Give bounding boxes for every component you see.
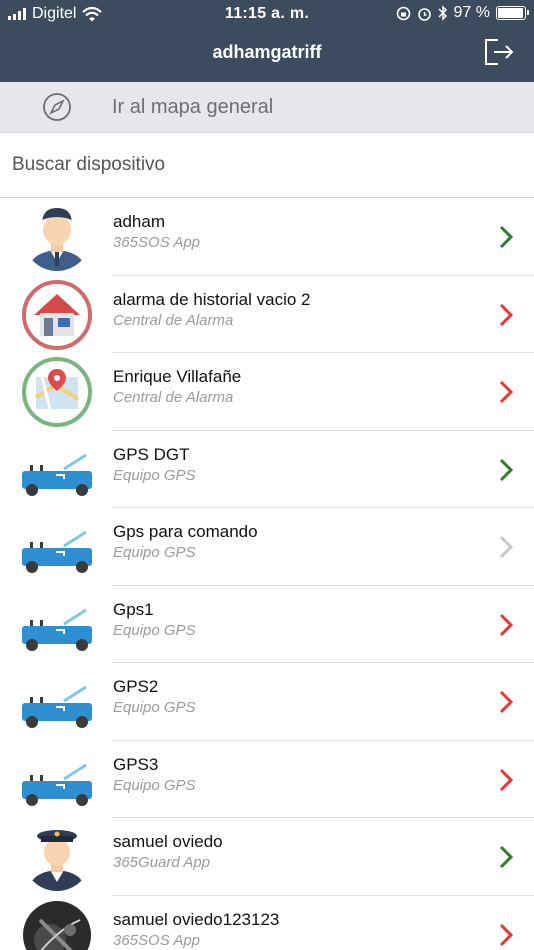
chevron-right-icon[interactable]	[498, 767, 514, 793]
device-name: samuel oviedo	[113, 832, 223, 851]
device-name: GPS DGT	[113, 444, 190, 464]
car-icon	[20, 745, 94, 815]
device-row[interactable]: Enrique Villafañe Central de Alarma	[0, 353, 534, 431]
status-bar: Digitel 11:15 a. m. 97 %	[0, 0, 534, 30]
device-row[interactable]: GPS3 Equipo GPS	[0, 741, 534, 818]
device-name: Gps para comando	[113, 522, 258, 541]
car-icon	[20, 512, 94, 582]
device-row[interactable]: samuel oviedo123123 365SOS App	[0, 896, 534, 950]
car-icon	[20, 590, 94, 660]
device-type: Equipo GPS	[113, 776, 196, 794]
compass-icon	[43, 93, 71, 121]
car-icon	[20, 667, 94, 737]
chevron-right-icon[interactable]	[498, 302, 514, 328]
car-icon	[20, 435, 94, 505]
device-type: Equipo GPS	[113, 621, 196, 639]
device-type: 365Guard App	[113, 854, 211, 871]
device-name: adham	[113, 212, 165, 231]
device-row[interactable]: samuel oviedo 365Guard App	[0, 818, 534, 896]
chevron-right-icon[interactable]	[498, 612, 514, 638]
top-bar: Digitel 11:15 a. m. 97 % adhamgatriff	[0, 0, 534, 82]
device-row[interactable]: Gps para comando Equipo GPS	[0, 508, 534, 586]
device-row[interactable]: Gps1 Equipo GPS	[0, 586, 534, 663]
chevron-right-icon[interactable]	[498, 224, 514, 250]
device-row[interactable]: GPS DGT Equipo GPS	[0, 431, 534, 508]
device-type: 365SOS App	[113, 234, 201, 251]
device-name: alarma de historial vacio 2	[113, 289, 311, 309]
map-pin-icon	[20, 357, 94, 427]
battery-percent: 97 %	[453, 4, 490, 21]
house-icon	[20, 279, 94, 350]
logout-icon[interactable]	[482, 36, 516, 68]
device-name: GPS2	[113, 677, 159, 696]
user-avatar-icon	[20, 202, 94, 272]
device-type: Central de Alarma	[113, 389, 234, 406]
device-type: Equipo GPS	[113, 544, 196, 561]
device-name: Gps1	[113, 599, 154, 619]
rotation-lock-icon	[396, 6, 410, 20]
device-type: Central de Alarma	[113, 311, 234, 329]
search-input[interactable]	[0, 133, 534, 197]
device-row[interactable]: alarma de historial vacio 2 Central de Al…	[0, 276, 534, 353]
chevron-right-icon[interactable]	[498, 457, 514, 483]
device-list: adham 365SOS App alarma de historial vaci…	[0, 198, 534, 950]
chevron-right-icon[interactable]	[498, 379, 514, 405]
device-type: Equipo GPS	[113, 699, 196, 716]
general-map-label: Ir al mapa general	[112, 95, 274, 118]
device-row[interactable]: GPS2 Equipo GPS	[0, 663, 534, 741]
bluetooth-icon	[438, 5, 447, 21]
device-name: Enrique Villafañe	[113, 367, 242, 386]
page-title: adhamgatriff	[212, 42, 322, 62]
device-type: 365SOS App	[113, 931, 201, 949]
general-map-link[interactable]: Ir al mapa general	[0, 82, 534, 132]
guard-avatar-icon	[20, 822, 94, 892]
device-name: samuel oviedo123123	[113, 909, 280, 929]
search-bar	[0, 132, 534, 198]
chevron-right-icon[interactable]	[498, 689, 514, 715]
device-type: Equipo GPS	[113, 466, 196, 484]
chevron-right-icon[interactable]	[498, 534, 514, 560]
device-name: GPS3	[113, 754, 159, 774]
device-row[interactable]: adham 365SOS App	[0, 198, 534, 276]
chevron-right-icon[interactable]	[498, 844, 514, 870]
photo-avatar-icon	[20, 900, 94, 950]
battery-icon	[496, 6, 529, 20]
alarm-icon	[417, 7, 431, 21]
chevron-right-icon[interactable]	[498, 922, 514, 948]
